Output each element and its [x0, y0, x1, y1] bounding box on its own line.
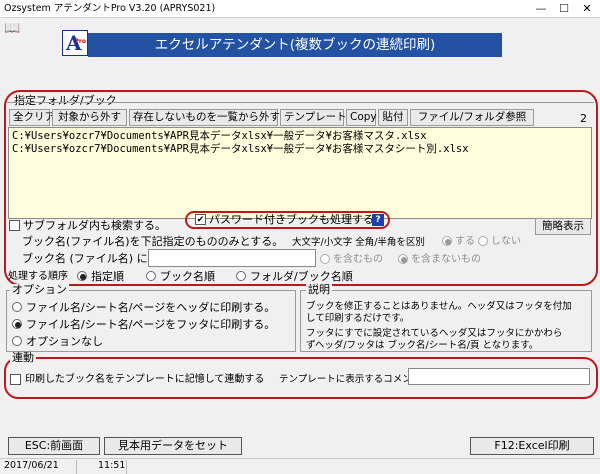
bookname-note: ブック名(ファイル名)を下記指定のもののみとする。 — [22, 235, 284, 248]
order-folder-radio[interactable] — [236, 271, 246, 281]
remove-missing-button[interactable]: 存在しないものを一覧から外す — [129, 109, 280, 126]
contains-label: を含むもの — [333, 254, 383, 265]
not-contains-label: を含まないもの — [411, 254, 481, 265]
option-header-radio[interactable] — [12, 302, 22, 312]
help-icon[interactable]: ? — [372, 214, 384, 226]
link-checkbox[interactable] — [10, 374, 21, 385]
case-label: 大文字/小文字 全角/半角を区別 — [292, 237, 425, 248]
subfolder-checkbox[interactable] — [9, 220, 20, 231]
list-item[interactable]: C:¥Users¥ozcr7¥Documents¥APR見本データxlsx¥一般… — [12, 143, 588, 156]
esc-back-button[interactable]: ESC:前画面 — [8, 437, 100, 455]
option-footer-label: ファイル名/シート名/ページをフッタに印刷する。 — [26, 318, 276, 331]
paste-button[interactable]: 貼付 — [378, 109, 408, 126]
link-checkbox-label: 印刷したブック名をテンプレートに記憶して連動する — [25, 374, 265, 385]
bookname-input-label: ブック名 (ファイル名) に — [22, 252, 148, 265]
minimize-icon[interactable]: — — [530, 0, 552, 18]
link-section-label: 連動 — [10, 351, 36, 364]
status-bar: 2017/06/21 11:51 — [0, 458, 600, 474]
order-folder-label: フォルダ/ブック名順 — [250, 270, 353, 283]
folder-section-label: 指定フォルダ/ブック — [12, 94, 119, 107]
comment-label: テンプレートに表示するコメント — [279, 374, 422, 385]
maximize-icon[interactable]: ☐ — [553, 0, 575, 18]
status-separator — [126, 460, 127, 474]
case-insensitive-radio[interactable] — [478, 236, 488, 246]
remove-from-target-button[interactable]: 対象から外す — [52, 109, 127, 126]
list-item[interactable]: C:¥Users¥ozcr7¥Documents¥APR見本データxlsx¥一般… — [12, 130, 588, 143]
not-contains-radio[interactable] — [398, 254, 408, 264]
close-icon[interactable]: ✕ — [576, 0, 598, 18]
logo-sub: Pro — [74, 38, 86, 45]
copy-button[interactable]: Copy — [346, 109, 377, 126]
order-label: 処理する順序 — [8, 271, 68, 282]
folder-group-line — [6, 102, 594, 103]
option-footer-radio[interactable] — [12, 319, 22, 329]
book-icon[interactable]: 📖 — [4, 22, 22, 36]
f12-excel-print-button[interactable]: F12:Excel印刷 — [470, 437, 594, 455]
comment-input[interactable] — [408, 368, 590, 385]
clear-all-button[interactable]: 全クリア — [9, 109, 55, 126]
app-logo: A Pro — [62, 30, 88, 56]
set-sample-data-button[interactable]: 見本用データをセット — [104, 437, 242, 455]
description-line: して印刷するだけです。 — [306, 313, 410, 324]
case-sensitive-radio[interactable] — [442, 236, 452, 246]
browse-file-folder-button[interactable]: ファイル/フォルダ参照 — [410, 109, 534, 126]
status-separator — [76, 460, 77, 474]
template-button[interactable]: テンプレート — [280, 109, 347, 126]
option-none-label: オプションなし — [26, 335, 103, 348]
case-sensitive-label: する — [455, 236, 475, 247]
password-label: パスワード付きブックも処理する — [209, 213, 374, 226]
case-insensitive-label: しない — [491, 236, 521, 247]
page-title-banner: エクセルアテンダント(複数ブックの連続印刷) — [88, 33, 502, 57]
bookname-input[interactable] — [148, 249, 316, 267]
file-list[interactable]: C:¥Users¥ozcr7¥Documents¥APR見本データxlsx¥一般… — [8, 127, 592, 219]
subfolder-label: サブフォルダ内も検索する。 — [23, 219, 166, 232]
option-none-radio[interactable] — [12, 336, 22, 346]
window-title: Ozsystem アテンダントPro V3.20 (APRYS021) — [4, 3, 216, 14]
password-checkbox[interactable]: ✔ — [195, 214, 206, 225]
order-specified-radio[interactable] — [77, 271, 87, 281]
order-bookname-label: ブック名順 — [160, 270, 215, 283]
simple-display-button[interactable]: 簡略表示 — [535, 218, 591, 235]
option-header-label: ファイル名/シート名/ページをヘッダに印刷する。 — [26, 301, 276, 314]
status-time: 11:51 — [98, 460, 126, 471]
description-section-label: 説明 — [306, 283, 332, 296]
order-bookname-radio[interactable] — [146, 271, 156, 281]
options-section-label: オプション — [10, 283, 69, 296]
page-number: 2 — [580, 112, 587, 125]
contains-radio[interactable] — [320, 254, 330, 264]
order-specified-label: 指定順 — [91, 270, 124, 283]
status-date: 2017/06/21 — [4, 460, 59, 471]
description-line: ずヘッダ/フッタは ブック名/シート名/頁 となります。 — [306, 340, 539, 351]
window-title-bar[interactable]: Ozsystem アテンダントPro V3.20 (APRYS021) — [0, 0, 600, 18]
